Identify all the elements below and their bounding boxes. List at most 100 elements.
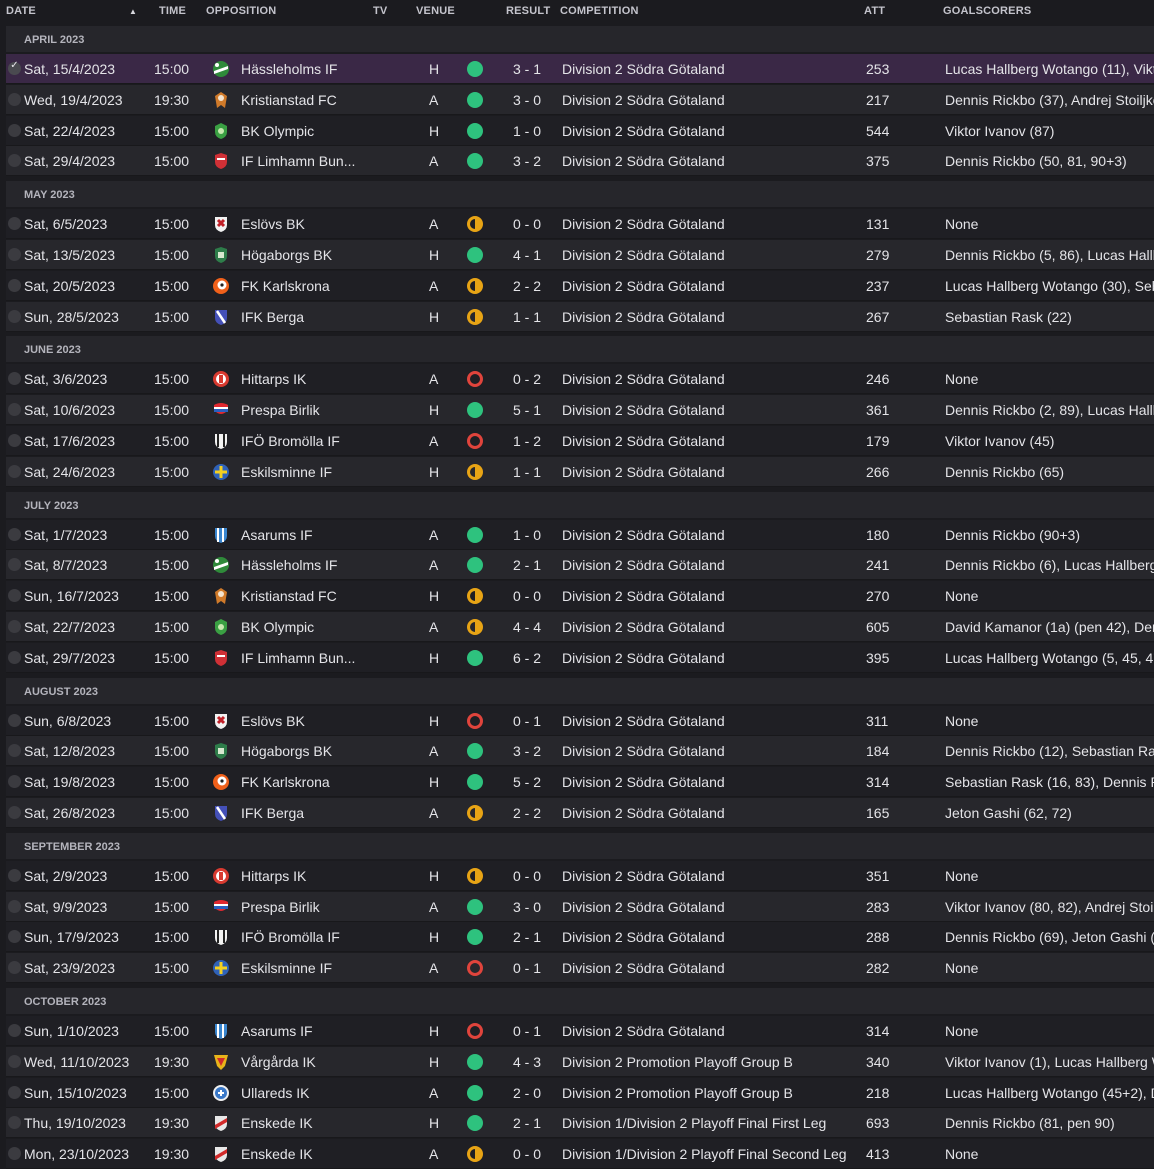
opposition-link[interactable]: FK Karlskrona bbox=[241, 278, 401, 294]
match-result[interactable]: 6 - 2 bbox=[506, 650, 548, 666]
fixture-row[interactable]: Sat, 29/4/2023 15:00 IF Limhamn Bun... A… bbox=[6, 146, 1154, 177]
opposition-link[interactable]: Hässleholms IF bbox=[241, 557, 401, 573]
fixture-row[interactable]: Mon, 23/10/2023 19:30 Enskede IK A 0 - 0… bbox=[6, 1139, 1154, 1169]
fixture-row[interactable]: Sun, 1/10/2023 15:00 Asarums IF H 0 - 1 … bbox=[6, 1016, 1154, 1046]
competition-link[interactable]: Division 2 Södra Götaland bbox=[562, 123, 862, 139]
fixture-row[interactable]: Sat, 20/5/2023 15:00 FK Karlskrona A 2 -… bbox=[6, 270, 1154, 301]
competition-link[interactable]: Division 2 Södra Götaland bbox=[562, 527, 862, 543]
match-result[interactable]: 2 - 1 bbox=[506, 929, 548, 945]
opposition-link[interactable]: IF Limhamn Bun... bbox=[241, 650, 401, 666]
fixture-row[interactable]: Sat, 6/5/2023 15:00 Eslövs BK A 0 - 0 Di… bbox=[6, 209, 1154, 240]
fixture-row[interactable]: Sun, 16/7/2023 15:00 Kristianstad FC H 0… bbox=[6, 581, 1154, 612]
status-dot-icon[interactable] bbox=[8, 775, 21, 789]
opposition-link[interactable]: Eslövs BK bbox=[241, 713, 401, 729]
match-result[interactable]: 0 - 1 bbox=[506, 1023, 548, 1039]
status-dot-icon[interactable] bbox=[8, 650, 21, 664]
fixture-row[interactable]: ✓ Sat, 15/4/2023 15:00 Hässleholms IF H … bbox=[6, 54, 1154, 84]
competition-link[interactable]: Division 2 Södra Götaland bbox=[562, 557, 862, 573]
fixture-row[interactable]: Sat, 19/8/2023 15:00 FK Karlskrona H 5 -… bbox=[6, 767, 1154, 798]
opposition-link[interactable]: Prespa Birlik bbox=[241, 899, 401, 915]
match-result[interactable]: 0 - 0 bbox=[506, 588, 548, 604]
competition-link[interactable]: Division 2 Södra Götaland bbox=[562, 247, 862, 263]
fixture-row[interactable]: Sat, 24/6/2023 15:00 Eskilsminne IF H 1 … bbox=[6, 456, 1154, 487]
column-header-goalscorers[interactable]: GOALSCORERS bbox=[943, 5, 1031, 17]
fixture-row[interactable]: Sat, 26/8/2023 15:00 IFK Berga A 2 - 2 D… bbox=[6, 798, 1154, 828]
match-result[interactable]: 0 - 0 bbox=[506, 216, 548, 232]
match-result[interactable]: 1 - 1 bbox=[506, 464, 548, 480]
match-result[interactable]: 0 - 0 bbox=[506, 1146, 548, 1162]
status-dot-icon[interactable] bbox=[8, 123, 21, 137]
status-dot-icon[interactable] bbox=[8, 403, 21, 417]
status-dot-icon[interactable] bbox=[8, 372, 21, 386]
match-result[interactable]: 0 - 1 bbox=[506, 960, 548, 976]
match-result[interactable]: 2 - 1 bbox=[506, 1115, 548, 1131]
opposition-link[interactable]: IF Limhamn Bun... bbox=[241, 153, 401, 169]
competition-link[interactable]: Division 2 Södra Götaland bbox=[562, 713, 862, 729]
column-header-opposition[interactable]: OPPOSITION bbox=[206, 5, 276, 17]
competition-link[interactable]: Division 2 Södra Götaland bbox=[562, 61, 862, 77]
competition-link[interactable]: Division 1/Division 2 Playoff Final Firs… bbox=[562, 1115, 862, 1131]
fixture-row[interactable]: Wed, 19/4/2023 19:30 Kristianstad FC A 3… bbox=[6, 84, 1154, 115]
match-result[interactable]: 0 - 1 bbox=[506, 713, 548, 729]
opposition-link[interactable]: Hittarps IK bbox=[241, 868, 401, 884]
match-result[interactable]: 1 - 0 bbox=[506, 527, 548, 543]
opposition-link[interactable]: Högaborgs BK bbox=[241, 743, 401, 759]
opposition-link[interactable]: Eskilsminne IF bbox=[241, 960, 401, 976]
column-header-time[interactable]: TIME bbox=[159, 5, 186, 17]
match-result[interactable]: 2 - 2 bbox=[506, 805, 548, 821]
competition-link[interactable]: Division 2 Södra Götaland bbox=[562, 309, 862, 325]
competition-link[interactable]: Division 2 Södra Götaland bbox=[562, 960, 862, 976]
status-dot-icon[interactable] bbox=[8, 713, 21, 727]
fixture-row[interactable]: Sun, 17/9/2023 15:00 IFÖ Bromölla IF H 2… bbox=[6, 922, 1154, 953]
match-result[interactable]: 3 - 2 bbox=[506, 153, 548, 169]
match-result[interactable]: 4 - 1 bbox=[506, 247, 548, 263]
fixture-row[interactable]: Sat, 29/7/2023 15:00 IF Limhamn Bun... H… bbox=[6, 642, 1154, 673]
fixture-row[interactable]: Sat, 10/6/2023 15:00 Prespa Birlik H 5 -… bbox=[6, 395, 1154, 426]
fixture-row[interactable]: Wed, 11/10/2023 19:30 Vårgårda IK H 4 - … bbox=[6, 1046, 1154, 1077]
status-dot-icon[interactable] bbox=[8, 92, 21, 106]
match-result[interactable]: 4 - 4 bbox=[506, 619, 548, 635]
status-dot-icon[interactable] bbox=[8, 899, 21, 913]
opposition-link[interactable]: FK Karlskrona bbox=[241, 774, 401, 790]
fixture-row[interactable]: Sat, 1/7/2023 15:00 Asarums IF A 1 - 0 D… bbox=[6, 519, 1154, 550]
match-result[interactable]: 3 - 0 bbox=[506, 899, 548, 915]
opposition-link[interactable]: Enskede IK bbox=[241, 1146, 401, 1162]
fixture-row[interactable]: Sat, 3/6/2023 15:00 Hittarps IK A 0 - 2 … bbox=[6, 364, 1154, 395]
fixture-row[interactable]: Sat, 2/9/2023 15:00 Hittarps IK H 0 - 0 … bbox=[6, 860, 1154, 891]
column-header-tv[interactable]: TV bbox=[373, 5, 387, 17]
match-result[interactable]: 4 - 3 bbox=[506, 1054, 548, 1070]
match-result[interactable]: 0 - 2 bbox=[506, 371, 548, 387]
competition-link[interactable]: Division 2 Södra Götaland bbox=[562, 216, 862, 232]
opposition-link[interactable]: Vårgårda IK bbox=[241, 1054, 401, 1070]
status-dot-icon[interactable] bbox=[8, 464, 21, 478]
fixture-row[interactable]: Sat, 22/7/2023 15:00 BK Olympic A 4 - 4 … bbox=[6, 612, 1154, 642]
competition-link[interactable]: Division 2 Södra Götaland bbox=[562, 464, 862, 480]
sort-ascending-icon[interactable]: ▲ bbox=[129, 7, 137, 16]
fixture-row[interactable]: Sat, 17/6/2023 15:00 IFÖ Bromölla IF A 1… bbox=[6, 426, 1154, 456]
opposition-link[interactable]: Asarums IF bbox=[241, 527, 401, 543]
opposition-link[interactable]: Prespa Birlik bbox=[241, 402, 401, 418]
status-dot-icon[interactable] bbox=[8, 868, 21, 882]
column-header-result[interactable]: RESULT bbox=[506, 5, 550, 17]
match-result[interactable]: 1 - 0 bbox=[506, 123, 548, 139]
match-result[interactable]: 1 - 2 bbox=[506, 433, 548, 449]
match-result[interactable]: 2 - 0 bbox=[506, 1085, 548, 1101]
competition-link[interactable]: Division 2 Södra Götaland bbox=[562, 1023, 862, 1039]
status-dot-icon[interactable] bbox=[8, 154, 21, 168]
opposition-link[interactable]: Enskede IK bbox=[241, 1115, 401, 1131]
status-dot-icon[interactable] bbox=[8, 1024, 21, 1037]
competition-link[interactable]: Division 2 Södra Götaland bbox=[562, 868, 862, 884]
competition-link[interactable]: Division 2 Södra Götaland bbox=[562, 774, 862, 790]
fixture-row[interactable]: Sun, 6/8/2023 15:00 Eslövs BK H 0 - 1 Di… bbox=[6, 705, 1154, 736]
competition-link[interactable]: Division 2 Södra Götaland bbox=[562, 805, 862, 821]
opposition-link[interactable]: Kristianstad FC bbox=[241, 92, 401, 108]
competition-link[interactable]: Division 1/Division 2 Playoff Final Seco… bbox=[562, 1146, 862, 1162]
checkmark-icon[interactable]: ✓ bbox=[8, 60, 21, 75]
opposition-link[interactable]: Asarums IF bbox=[241, 1023, 401, 1039]
fixture-row[interactable]: Sat, 13/5/2023 15:00 Högaborgs BK H 4 - … bbox=[6, 240, 1154, 270]
match-result[interactable]: 3 - 0 bbox=[506, 92, 548, 108]
match-result[interactable]: 5 - 2 bbox=[506, 774, 548, 790]
competition-link[interactable]: Division 2 Södra Götaland bbox=[562, 899, 862, 915]
match-result[interactable]: 5 - 1 bbox=[506, 402, 548, 418]
opposition-link[interactable]: IFÖ Bromölla IF bbox=[241, 433, 401, 449]
